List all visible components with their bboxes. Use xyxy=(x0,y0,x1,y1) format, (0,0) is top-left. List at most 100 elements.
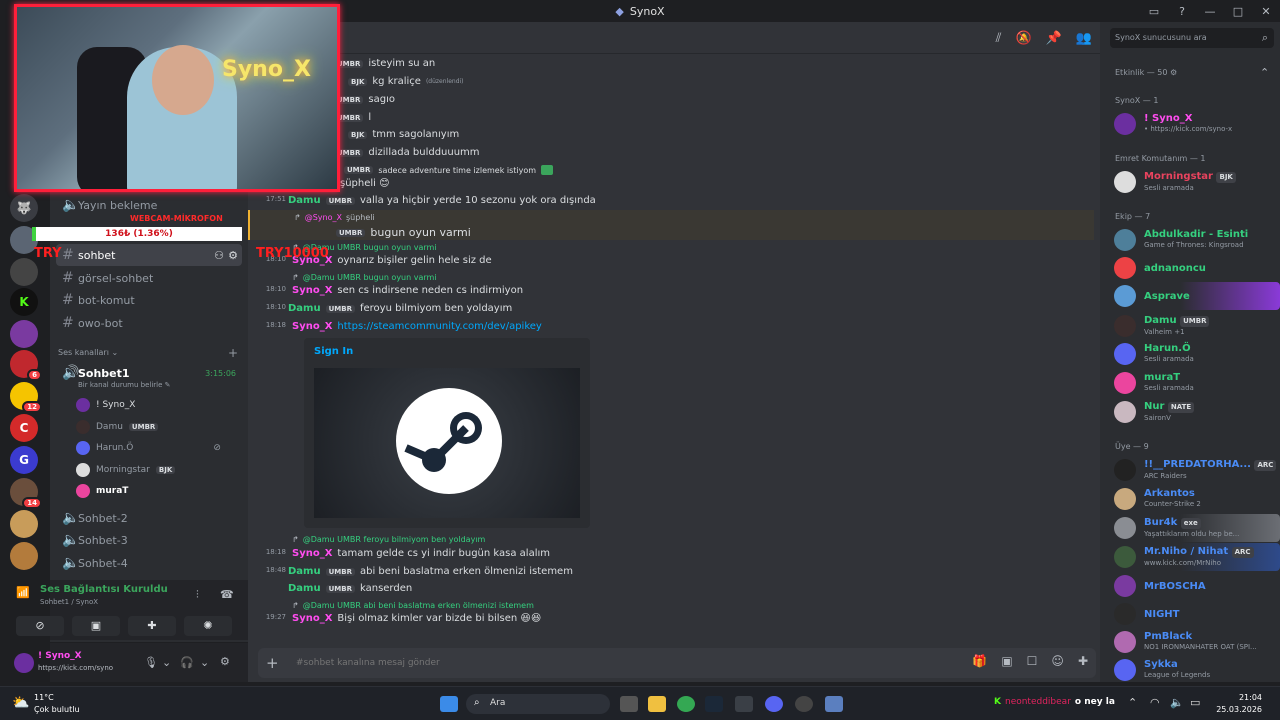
voice-user[interactable]: muraT xyxy=(76,484,128,498)
server-icon[interactable]: 14 xyxy=(10,478,42,509)
voice-user[interactable]: ! Syno_X xyxy=(76,398,135,412)
avatar[interactable] xyxy=(14,653,34,673)
activity-header[interactable]: Etkinlik — 50 ⚙ xyxy=(1115,68,1177,77)
clock-time[interactable]: 21:04 xyxy=(1214,693,1262,702)
add-channel-icon[interactable]: + xyxy=(228,346,238,360)
gif-icon[interactable]: ▣ xyxy=(1001,654,1012,668)
server-icon[interactable]: K xyxy=(10,288,38,316)
member-item[interactable]: Morningstar BJK Sesli aramada xyxy=(1114,168,1280,196)
soundboard-button[interactable]: ✺ xyxy=(184,616,232,636)
voice-user[interactable]: Damu UMBR xyxy=(76,420,159,434)
channel-bot-komut[interactable]: # bot-komut xyxy=(56,289,242,311)
threads-icon[interactable]: ⫽ xyxy=(996,31,1002,46)
weather-temp[interactable]: 11°C xyxy=(34,693,54,702)
member-item[interactable]: Nur NATE SaironV xyxy=(1114,398,1280,426)
member-item[interactable]: !!__PREDATORHA... ARC ARC Raiders xyxy=(1114,456,1280,484)
help-icon[interactable]: ? xyxy=(1168,5,1196,18)
app-icon[interactable] xyxy=(825,696,843,712)
task-view-icon[interactable] xyxy=(620,696,638,712)
server-icon[interactable] xyxy=(10,510,38,538)
chrome-icon[interactable] xyxy=(677,696,695,712)
member-item[interactable]: Harun.Ö Sesli aramada xyxy=(1114,340,1280,368)
message-input[interactable] xyxy=(296,654,896,672)
member-item[interactable]: ! Syno_X • https://kick.com/syno-x xyxy=(1114,110,1280,138)
chevron-down-icon[interactable]: ⌄ xyxy=(200,656,209,669)
voice-channel-sohbet4[interactable]: 🔈 Sohbet-4 xyxy=(56,552,242,574)
channel-sohbet[interactable]: # sohbet ⚇ ⚙ xyxy=(56,244,242,266)
voice-channel-sohbet2[interactable]: 🔈 Sohbet-2 xyxy=(56,507,242,529)
pin-icon[interactable]: 📌 xyxy=(1046,31,1062,46)
embed-image[interactable] xyxy=(314,368,580,518)
add-member-icon[interactable]: ⚇ xyxy=(214,249,224,262)
voice-category[interactable]: Ses kanalları ⌄ xyxy=(58,348,118,357)
discord-icon[interactable] xyxy=(765,696,783,712)
weather-icon[interactable]: ⛅ xyxy=(12,695,29,711)
member-item[interactable]: Bur4k exe Yaşattıklarım oldu hep be... xyxy=(1114,514,1280,542)
members-icon[interactable]: 👥 xyxy=(1076,31,1092,46)
wifi-icon[interactable]: ◠ xyxy=(1150,696,1160,709)
voice-status[interactable]: Bir kanal durumu belirle ✎ xyxy=(78,381,171,389)
member-item[interactable]: MrBOSCHA xyxy=(1114,572,1280,600)
gift-icon[interactable]: 🎁 xyxy=(972,654,987,668)
member-item[interactable]: Mr.Niho / Nihat ARC www.kick.com/MrNiho xyxy=(1114,543,1280,571)
member-item[interactable]: NIGHT xyxy=(1114,600,1280,628)
inbox-icon[interactable]: ▭ xyxy=(1140,5,1168,18)
emoji-icon[interactable]: ☺ xyxy=(1051,654,1064,668)
maximize-button[interactable]: □ xyxy=(1224,5,1252,18)
server-icon[interactable] xyxy=(10,258,38,286)
obs-icon[interactable] xyxy=(795,696,813,712)
member-item[interactable]: Arkantos Counter-Strike 2 xyxy=(1114,485,1280,513)
app-icon[interactable] xyxy=(735,696,753,712)
noise-suppression-icon[interactable]: ⫶ xyxy=(196,588,199,602)
steam-link[interactable]: https://steamcommunity.com/dev/apikey xyxy=(337,321,541,332)
message-composer[interactable]: + 🎁 ▣ ☐ ☺ ✚ xyxy=(258,648,1096,678)
camera-off-button[interactable]: ⊘ xyxy=(16,616,64,636)
sticker-icon[interactable]: ☐ xyxy=(1027,654,1038,668)
server-icon[interactable] xyxy=(10,320,38,348)
weather-desc[interactable]: Çok bulutlu xyxy=(34,705,80,714)
clock-date[interactable]: 25.03.2026 xyxy=(1214,705,1262,714)
member-item[interactable]: Abdulkadir - Esinti Game of Thrones: King… xyxy=(1114,226,1280,254)
server-icon[interactable]: 12 xyxy=(10,382,42,413)
mute-icon[interactable]: 🔕 xyxy=(1015,31,1031,46)
start-button[interactable] xyxy=(440,696,458,712)
close-button[interactable]: ✕ xyxy=(1252,5,1280,18)
server-icon[interactable]: 🐺 xyxy=(10,194,38,222)
member-item[interactable]: Damu UMBR Valheim +1 xyxy=(1114,312,1280,340)
chevron-down-icon[interactable]: ⌄ xyxy=(162,656,171,669)
server-icon[interactable]: G xyxy=(10,446,38,474)
minimize-button[interactable]: — xyxy=(1196,5,1224,18)
member-item[interactable]: muraT Sesli aramada xyxy=(1114,369,1280,397)
channel-yayin-bekleme[interactable]: 🔈 Yayın bekleme xyxy=(56,194,242,216)
channel-owo-bot[interactable]: # owo-bot xyxy=(56,312,242,334)
member-item[interactable]: Sykka League of Legends xyxy=(1114,656,1280,684)
link-embed[interactable]: Sign In xyxy=(304,338,590,528)
add-attachment-icon[interactable]: + xyxy=(266,654,279,672)
member-item[interactable]: adnanoncu xyxy=(1114,254,1280,282)
gear-icon[interactable]: ⚙ xyxy=(220,655,230,668)
server-icon[interactable]: C xyxy=(10,414,38,442)
server-icon[interactable]: 6 xyxy=(10,350,42,381)
disconnect-icon[interactable]: ☎ xyxy=(220,588,234,601)
gear-icon[interactable]: ⚙ xyxy=(228,249,238,262)
steam-icon[interactable] xyxy=(705,696,723,712)
embed-title[interactable]: Sign In xyxy=(314,346,353,357)
screen-share-button[interactable]: ▣ xyxy=(72,616,120,636)
chevron-up-icon[interactable]: ⌃ xyxy=(1260,66,1269,79)
file-explorer-icon[interactable] xyxy=(648,696,666,712)
microphone-icon[interactable]: 🎙 xyxy=(144,656,158,669)
server-icon[interactable] xyxy=(10,542,38,570)
member-item[interactable]: Asprave xyxy=(1114,282,1280,310)
member-item[interactable]: PmBlack NO1 IRONMANHATER OAT (SPI... xyxy=(1114,628,1280,656)
battery-icon[interactable]: ▭ xyxy=(1190,696,1200,709)
headphones-icon[interactable]: 🎧 xyxy=(180,656,194,669)
taskbar-search[interactable]: ⌕ Ara xyxy=(466,694,610,714)
channel-gorsel-sohbet[interactable]: # görsel-sohbet xyxy=(56,267,242,289)
voice-user[interactable]: Harun.Ö ⊘ xyxy=(76,441,221,455)
activity-button[interactable]: ✚ xyxy=(128,616,176,636)
tray-chevron-icon[interactable]: ⌃ xyxy=(1128,696,1137,709)
search-bar[interactable]: SynoX sunucusunu ara ⌕ xyxy=(1110,28,1274,48)
voice-user[interactable]: Morningstar BJK xyxy=(76,463,176,477)
apps-icon[interactable]: ✚ xyxy=(1078,654,1088,668)
volume-icon[interactable]: 🔈 xyxy=(1170,696,1184,709)
